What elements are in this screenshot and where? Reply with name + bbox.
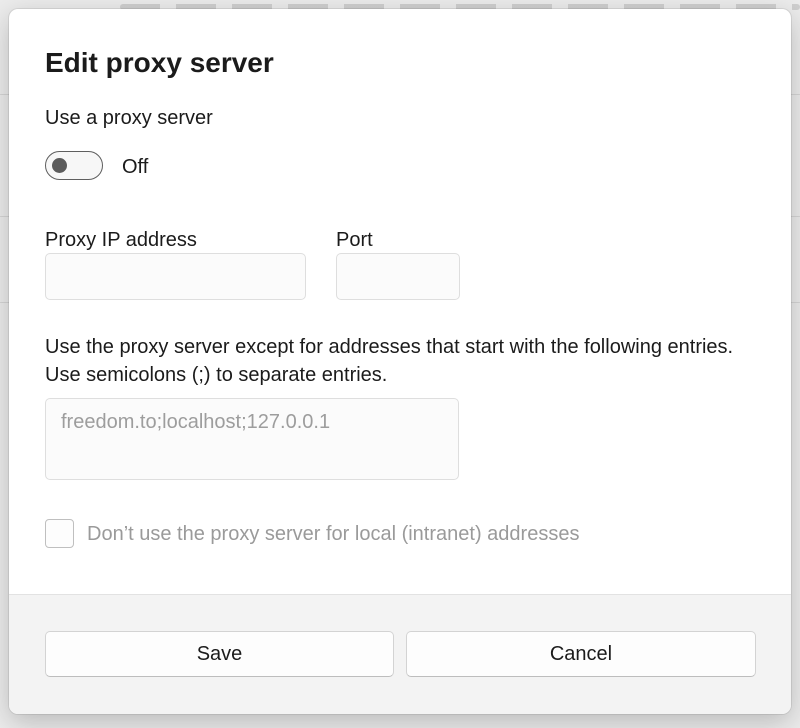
port-input[interactable]: [336, 253, 460, 300]
toggle-knob: [52, 158, 67, 173]
exceptions-description-line1: Use the proxy server except for addresse…: [45, 336, 734, 358]
proxy-ip-label: Proxy IP address: [45, 229, 197, 251]
save-button[interactable]: Save: [45, 631, 394, 677]
toggle-state-label: Off: [122, 156, 149, 178]
exceptions-input[interactable]: [45, 398, 459, 480]
local-addresses-label: Don’t use the proxy server for local (in…: [87, 523, 580, 545]
edit-proxy-dialog: Edit proxy server Use a proxy server Off…: [9, 9, 791, 714]
dialog-title: Edit proxy server: [45, 47, 274, 78]
use-proxy-toggle[interactable]: [45, 151, 103, 180]
port-label: Port: [336, 229, 373, 251]
cancel-button[interactable]: Cancel: [406, 631, 756, 677]
proxy-ip-input[interactable]: [45, 253, 306, 300]
local-addresses-checkbox[interactable]: [45, 519, 74, 548]
use-proxy-label: Use a proxy server: [45, 107, 213, 129]
exceptions-description-line2: Use semicolons (;) to separate entries.: [45, 364, 388, 386]
